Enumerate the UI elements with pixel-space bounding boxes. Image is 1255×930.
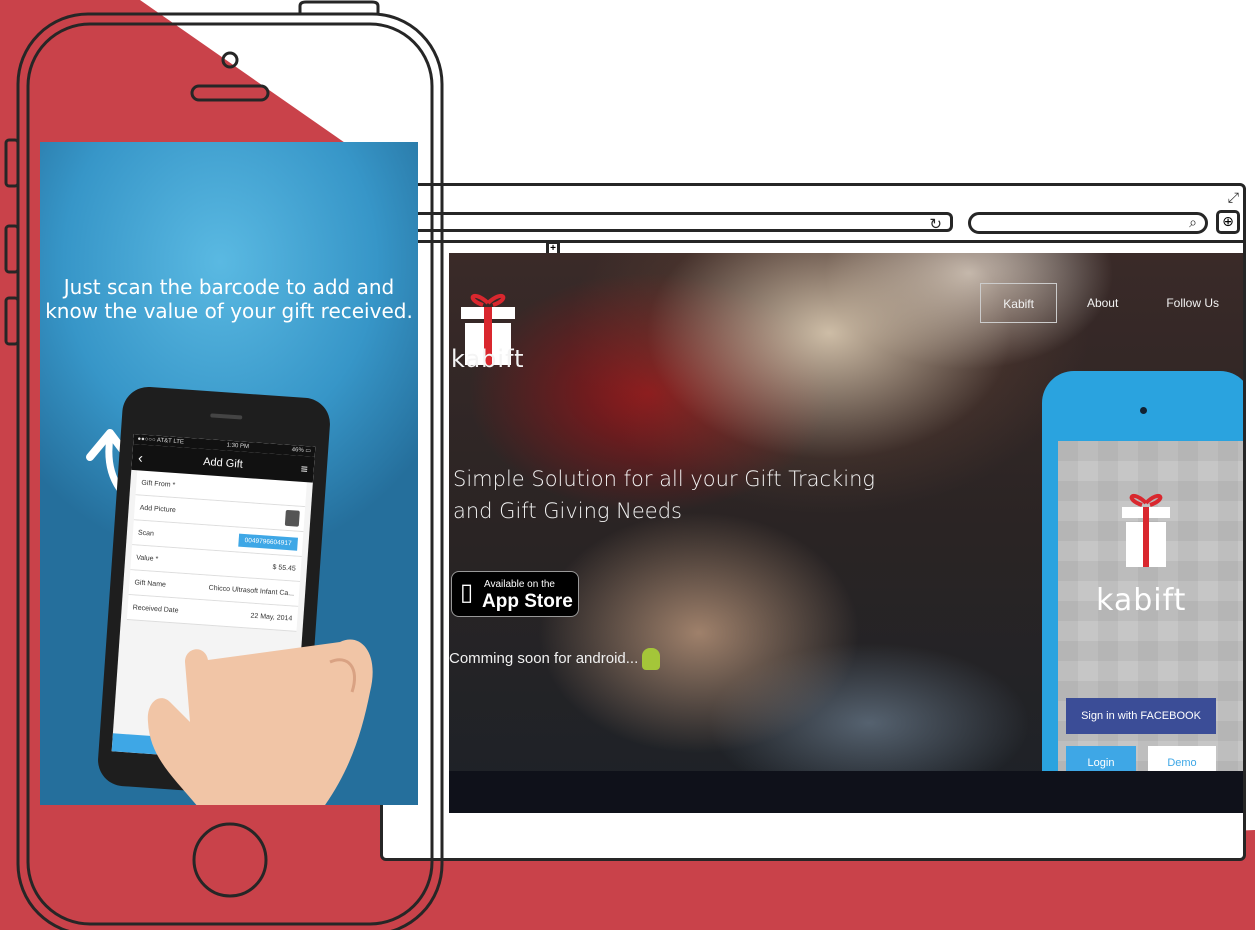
expand-icon[interactable]: ⤢ bbox=[1228, 190, 1239, 206]
app-store-small-text: Available on the bbox=[484, 579, 555, 590]
search-icon[interactable]: ⌕ bbox=[1189, 214, 1197, 232]
screen-title: Add Gift bbox=[202, 455, 244, 471]
site-footer-band bbox=[449, 771, 1243, 813]
new-tab-button[interactable]: + bbox=[546, 241, 560, 254]
mockup-phone-screen: kabift Sign in with FACEBOOK Login Demo bbox=[1058, 441, 1243, 813]
address-bar[interactable]: ↻ bbox=[413, 212, 953, 234]
browser-window: ⤢ ↻ ⌕ ⊕ + kabift Kabift About Follow Us … bbox=[380, 183, 1246, 861]
hero-tagline: Simple Solution for all your Gift Tracki… bbox=[453, 463, 875, 527]
gift-logo-icon bbox=[1122, 493, 1170, 567]
android-note-text: Comming soon for android... bbox=[449, 649, 639, 667]
phone-icon: ▯ bbox=[460, 579, 474, 606]
search-bar[interactable]: ⌕ bbox=[968, 212, 1208, 234]
site-nav: Kabift About Follow Us bbox=[980, 283, 1243, 323]
app-store-badge[interactable]: ▯ Available on the App Store bbox=[451, 571, 579, 617]
globe-icon[interactable]: ⊕ bbox=[1216, 210, 1240, 234]
android-icon bbox=[642, 648, 661, 670]
refresh-icon[interactable]: ↻ bbox=[929, 214, 942, 234]
facebook-signin-button[interactable]: Sign in with FACEBOOK bbox=[1066, 698, 1216, 734]
phone-caption: Just scan the barcode to add and know th… bbox=[45, 275, 413, 323]
phone-camera-icon bbox=[1140, 407, 1147, 414]
hamburger-icon[interactable]: ≡ bbox=[300, 456, 309, 482]
mockup-phone: kabift Sign in with FACEBOOK Login Demo bbox=[1042, 371, 1243, 813]
nav-about[interactable]: About bbox=[1063, 283, 1142, 323]
tagline-line-1: Simple Solution for all your Gift Tracki… bbox=[453, 467, 875, 491]
tab-strip-divider bbox=[383, 240, 1243, 243]
chevron-left-icon[interactable]: ‹ bbox=[137, 444, 144, 470]
android-note: Comming soon for android... bbox=[449, 648, 661, 670]
app-store-big-text: App Store bbox=[482, 591, 573, 612]
field-label: Add Picture bbox=[139, 504, 177, 514]
site-logo-text[interactable]: kabift bbox=[451, 345, 525, 373]
hand-illustration bbox=[147, 639, 373, 805]
phone-speaker bbox=[210, 413, 243, 420]
tagline-line-2: and Gift Giving Needs bbox=[453, 499, 683, 523]
nav-kabift[interactable]: Kabift bbox=[980, 283, 1057, 323]
field-label: Gift From * bbox=[141, 479, 176, 489]
mockup-brand-text: kabift bbox=[1096, 583, 1187, 618]
phone-screen: Just scan the barcode to add and know th… bbox=[40, 142, 418, 805]
nav-follow-us[interactable]: Follow Us bbox=[1142, 283, 1243, 323]
website-viewport: kabift Kabift About Follow Us Simple Sol… bbox=[449, 253, 1243, 813]
